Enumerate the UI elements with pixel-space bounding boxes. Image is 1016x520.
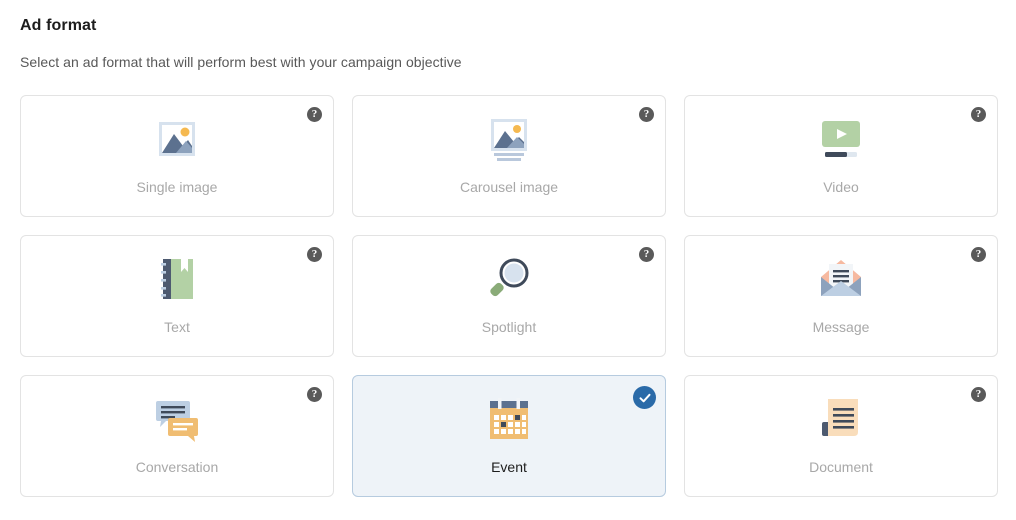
ad-format-card-text[interactable]: Text ? <box>20 235 334 357</box>
check-icon[interactable] <box>633 386 656 409</box>
card-label: Document <box>809 459 873 475</box>
card-label: Text <box>164 319 190 335</box>
single-image-icon <box>145 110 209 168</box>
ad-format-card-single-image[interactable]: Single image ? <box>20 95 334 217</box>
carousel-image-icon <box>477 110 541 168</box>
help-icon[interactable]: ? <box>971 247 986 262</box>
ad-format-card-spotlight[interactable]: Spotlight ? <box>352 235 666 357</box>
page-title: Ad format <box>20 17 97 34</box>
document-icon <box>809 390 873 448</box>
card-label: Single image <box>136 179 218 195</box>
help-icon[interactable]: ? <box>971 107 986 122</box>
ad-format-card-carousel-image[interactable]: Carousel image ? <box>352 95 666 217</box>
help-icon[interactable]: ? <box>307 107 322 122</box>
card-label: Conversation <box>135 459 219 475</box>
card-label: Spotlight <box>481 319 537 335</box>
event-icon <box>477 390 541 448</box>
message-icon <box>809 250 873 308</box>
card-label: Carousel image <box>459 179 559 195</box>
video-icon <box>809 110 873 168</box>
page-subtitle: Select an ad format that will perform be… <box>20 54 462 70</box>
text-icon <box>145 250 209 308</box>
spotlight-icon <box>477 250 541 308</box>
card-label: Event <box>491 459 527 475</box>
help-icon[interactable]: ? <box>307 387 322 402</box>
ad-format-card-document[interactable]: Document ? <box>684 375 998 497</box>
help-icon[interactable]: ? <box>971 387 986 402</box>
help-icon[interactable]: ? <box>639 107 654 122</box>
ad-format-card-message[interactable]: Message ? <box>684 235 998 357</box>
ad-format-grid: Single image ? Carousel image ? Video ? … <box>20 95 1000 497</box>
ad-format-panel: Ad format Select an ad format that will … <box>0 0 1016 520</box>
help-icon[interactable]: ? <box>639 247 654 262</box>
conversation-icon <box>145 390 209 448</box>
card-label: Video <box>823 179 859 195</box>
card-label: Message <box>812 319 870 335</box>
help-icon[interactable]: ? <box>307 247 322 262</box>
ad-format-card-event[interactable]: Event <box>352 375 666 497</box>
ad-format-card-conversation[interactable]: Conversation ? <box>20 375 334 497</box>
ad-format-card-video[interactable]: Video ? <box>684 95 998 217</box>
